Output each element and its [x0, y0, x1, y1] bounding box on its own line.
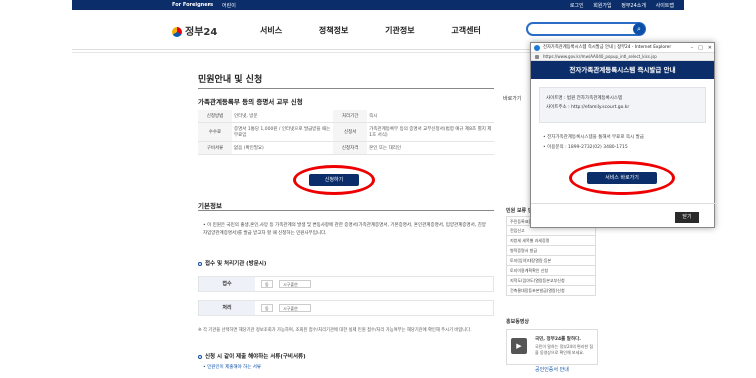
- table-key: 처리기간: [333, 110, 368, 123]
- search-icon[interactable]: ⌕: [633, 23, 645, 35]
- login-link[interactable]: 로그인: [570, 3, 584, 9]
- table-value: 가족관계등록부 등의 증명서 교부신청서(법령 예규 제8조 별지 제1호 서식…: [367, 122, 494, 142]
- popup-window: 전자가족관계등록시스템 즉시발급 안내 | 정부24 - Internet Ex…: [530, 42, 716, 228]
- logo-text: 정부24: [185, 27, 218, 38]
- signup-link[interactable]: 회원가입: [593, 3, 611, 9]
- docs-heading-text: 신청 시 같이 제출 해야하는 서류(구비서류): [205, 354, 306, 360]
- popup-description: • 전자가족관계등록시스템을 통해서 무료로 즉시 발급 • 이용문의 : 18…: [543, 133, 706, 153]
- kids-link[interactable]: 어린이: [222, 2, 236, 9]
- service-subtitle: 가족관계등록부 등의 증명서 교부 신청: [198, 98, 303, 106]
- service-info-table: 신청방법 인터넷, 방문 처리기간 즉시 수수료 증명서 1통당 1,000원 …: [198, 110, 494, 155]
- highlight-oval-service: [569, 161, 675, 195]
- promo-description: 국민이 말하는 정부24의 편리한 점을 동영상으로 확인해 보세요.: [535, 344, 594, 356]
- popup-footer-divider: [531, 203, 716, 204]
- site-logo[interactable]: 정부24: [172, 23, 217, 38]
- search-input[interactable]: ⌕: [526, 22, 646, 36]
- receive-sigungu-field[interactable]: 시구출연: [279, 280, 311, 288]
- table-row: 수수료 증명서 1통당 1,000원 / 인터넷으로 발급받을 때는 무료임 신…: [198, 122, 494, 142]
- table-value: 없음 (확인필요): [232, 141, 334, 155]
- process-label: 처리: [199, 301, 255, 315]
- popup-window-title: 전자가족관계등록시스템 즉시발급 안내 | 정부24 - Internet Ex…: [543, 45, 672, 50]
- nav-item-policy[interactable]: 정책정보: [319, 26, 348, 35]
- receive-heading: 접수 및 처리기관 (방문시): [198, 259, 266, 267]
- docs-heading: 신청 시 같이 제출 해야하는 서류(구비서류): [198, 352, 306, 360]
- site-name: 사이트명 : 법원 전자가족관계등록시스템: [546, 96, 623, 101]
- site-info-box: 사이트명 : 법원 전자가족관계등록시스템 사이트주소 : http://efa…: [539, 87, 706, 123]
- left-gutter: [0, 0, 72, 378]
- play-icon[interactable]: ▶: [511, 338, 527, 354]
- table-value: 증명서 1통당 1,000원 / 인터넷으로 발급받을 때는 무료임: [232, 122, 334, 142]
- window-controls: – □ ✕: [686, 43, 712, 52]
- main-navigation: 서비스 정책정보 기관정보 고객센터: [260, 25, 515, 36]
- promo-video: 홍보동영상 ▶ 국민, 정부24를 말하다. 국민이 말하는 정부24의 편리한…: [506, 318, 598, 365]
- promo-headline: 국민, 정부24를 말하다.: [535, 337, 581, 342]
- circle-bullet-icon: [198, 354, 202, 359]
- basic-info-heading: 기본정보: [198, 202, 222, 210]
- list-item[interactable]: 건축물대장등초본발급(열람)신청: [506, 286, 596, 296]
- basic-info-divider: [198, 210, 494, 211]
- promo-card[interactable]: ▶ 국민, 정부24를 말하다. 국민이 말하는 정부24의 편리한 점을 동영…: [506, 329, 598, 365]
- process-dong-field[interactable]: 동: [261, 304, 273, 312]
- nav-item-agency[interactable]: 기관정보: [385, 26, 414, 35]
- for-foreigners-link[interactable]: For Foreigners: [172, 2, 213, 8]
- nav-item-services[interactable]: 서비스: [260, 26, 282, 35]
- site-url: 사이트주소 : http://efamily.scourt.go.kr: [546, 104, 630, 110]
- nav-item-support[interactable]: 고객센터: [451, 26, 480, 35]
- popup-url: https://www.gov.kr/mw/AA040_popup_intl_s…: [543, 54, 657, 59]
- popup-desc-contact: • 이용문의 : 1899-2732(02) 3480-1715: [543, 144, 628, 150]
- close-icon[interactable]: ✕: [708, 45, 712, 51]
- docs-link[interactable]: • 민원인이 제출해야 하는 서류: [203, 364, 261, 370]
- table-key: 신청방법: [198, 110, 232, 123]
- list-item[interactable]: 지방세 세목별 과세증명: [506, 236, 596, 246]
- title-divider: [198, 88, 494, 89]
- agency-note: ※ 각 기관을 선택하면 해당기관 정보조회가 가능하며, 조회된 접수/처리기…: [198, 328, 472, 333]
- browser-icon: [534, 45, 540, 51]
- receive-agency-row: 접수 동 시구출연: [198, 276, 494, 292]
- top-utility-bar: For Foreigners ▾ 어린이 로그인 회원가입 정부24소개 사이트…: [72, 0, 684, 10]
- about-link[interactable]: 정부24소개: [621, 3, 646, 9]
- list-item[interactable]: 토지(임야)대장열람·등본: [506, 256, 596, 266]
- list-item[interactable]: 토지이용계획확인 신청: [506, 266, 596, 276]
- utility-links: 로그인 회원가입 정부24소개 사이트맵: [562, 2, 674, 9]
- table-key: 신청자격: [333, 141, 368, 155]
- receive-label: 접수: [199, 277, 255, 291]
- process-sigungu-field[interactable]: 시구출연: [279, 304, 311, 312]
- table-value: 인터넷, 방문: [232, 110, 334, 123]
- process-agency-row: 처리 동 시구출연: [198, 300, 494, 316]
- popup-desc-free: • 전자가족관계등록시스템을 통해서 무료로 즉시 발급: [543, 135, 644, 140]
- related-list: 주민등록표등본 발급 전입신고 지방세 세목별 과세증명 병적증명서 발급 토지…: [506, 216, 596, 296]
- table-key: 구비서류: [198, 141, 232, 155]
- popup-close-button[interactable]: 닫기: [675, 212, 699, 223]
- table-row: 구비서류 없음 (확인필요) 신청자격 본인 또는 대리인: [198, 141, 494, 155]
- list-item[interactable]: 병적증명서 발급: [506, 246, 596, 256]
- receive-dong-field[interactable]: 동: [261, 280, 273, 288]
- receive-heading-text: 접수 및 처리기관 (방문시): [205, 261, 267, 267]
- certificate-link[interactable]: 공인인증서 안내: [535, 366, 569, 373]
- table-value: 본인 또는 대리인: [367, 141, 494, 155]
- language-dropdown-icon[interactable]: ▾: [208, 2, 211, 8]
- table-value: 즉시: [367, 110, 494, 123]
- table-row: 신청방법 인터넷, 방문 처리기간 즉시: [198, 110, 494, 123]
- taegeuk-logo-icon: [172, 27, 182, 37]
- popup-address-bar[interactable]: https://www.gov.kr/mw/AA040_popup_intl_s…: [531, 53, 714, 61]
- sitemap-link[interactable]: 사이트맵: [656, 3, 674, 9]
- lock-icon: [535, 55, 539, 59]
- circle-bullet-icon: [198, 261, 202, 266]
- highlight-oval-apply: [293, 165, 375, 195]
- list-item[interactable]: 지적도(임야도)열람등본교부신청: [506, 276, 596, 286]
- maximize-icon[interactable]: □: [698, 45, 703, 51]
- promo-title: 홍보동영상: [506, 319, 530, 325]
- page-title: 민원안내 및 신청: [198, 75, 263, 85]
- popup-heading: 전자가족관계등록시스템 즉시발급 안내: [531, 61, 714, 79]
- popup-titlebar: 전자가족관계등록시스템 즉시발급 안내 | 정부24 - Internet Ex…: [531, 43, 714, 53]
- basic-info-text: • 이 민원은 국민의 출생,혼인,사망 등 가족관계의 발생 및 변동사항에 …: [203, 223, 486, 236]
- table-key: 신청서: [333, 122, 368, 142]
- page: For Foreigners ▾ 어린이 로그인 회원가입 정부24소개 사이트…: [0, 0, 756, 378]
- table-key: 수수료: [198, 122, 232, 142]
- minimize-icon[interactable]: –: [691, 45, 694, 51]
